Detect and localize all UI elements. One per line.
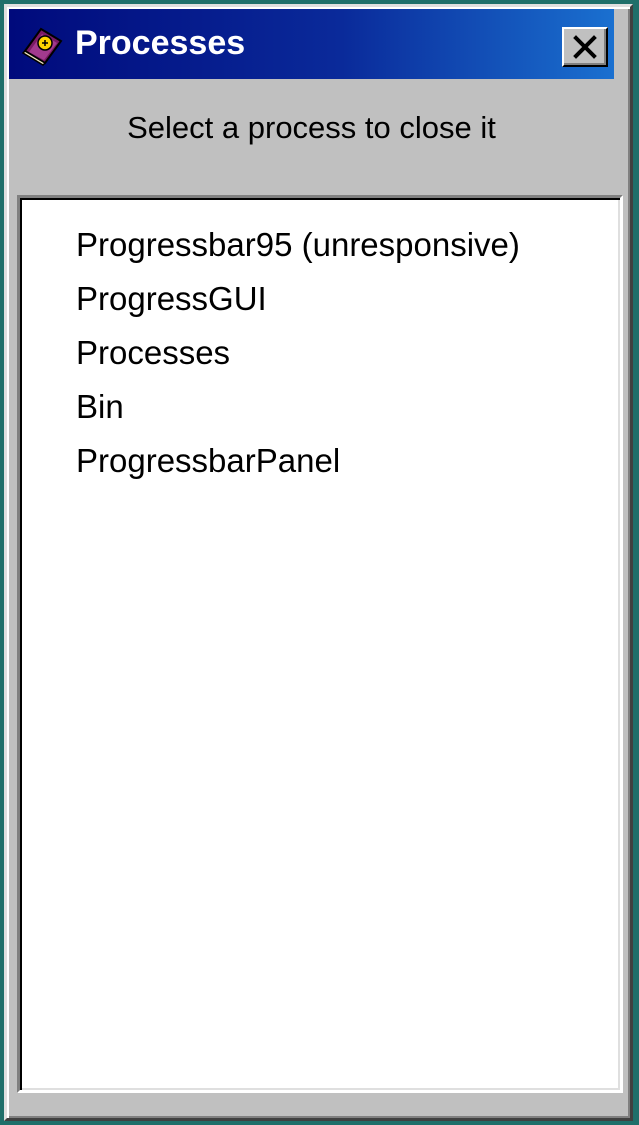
app-icon xyxy=(19,21,67,67)
process-item[interactable]: ProgressbarPanel xyxy=(76,434,620,488)
process-item[interactable]: Processes xyxy=(76,326,620,380)
close-button[interactable] xyxy=(562,27,608,67)
instruction-text: Select a process to close it xyxy=(127,110,496,145)
process-item[interactable]: ProgressGUI xyxy=(76,272,620,326)
process-list: Progressbar95 (unresponsive) ProgressGUI… xyxy=(20,198,620,488)
process-listbox[interactable]: Progressbar95 (unresponsive) ProgressGUI… xyxy=(17,195,623,1093)
title-bar[interactable]: Processes xyxy=(9,9,614,79)
process-item[interactable]: Progressbar95 (unresponsive) xyxy=(76,218,620,272)
window-title: Processes xyxy=(75,24,246,62)
close-icon xyxy=(573,35,597,59)
process-item[interactable]: Bin xyxy=(76,380,620,434)
